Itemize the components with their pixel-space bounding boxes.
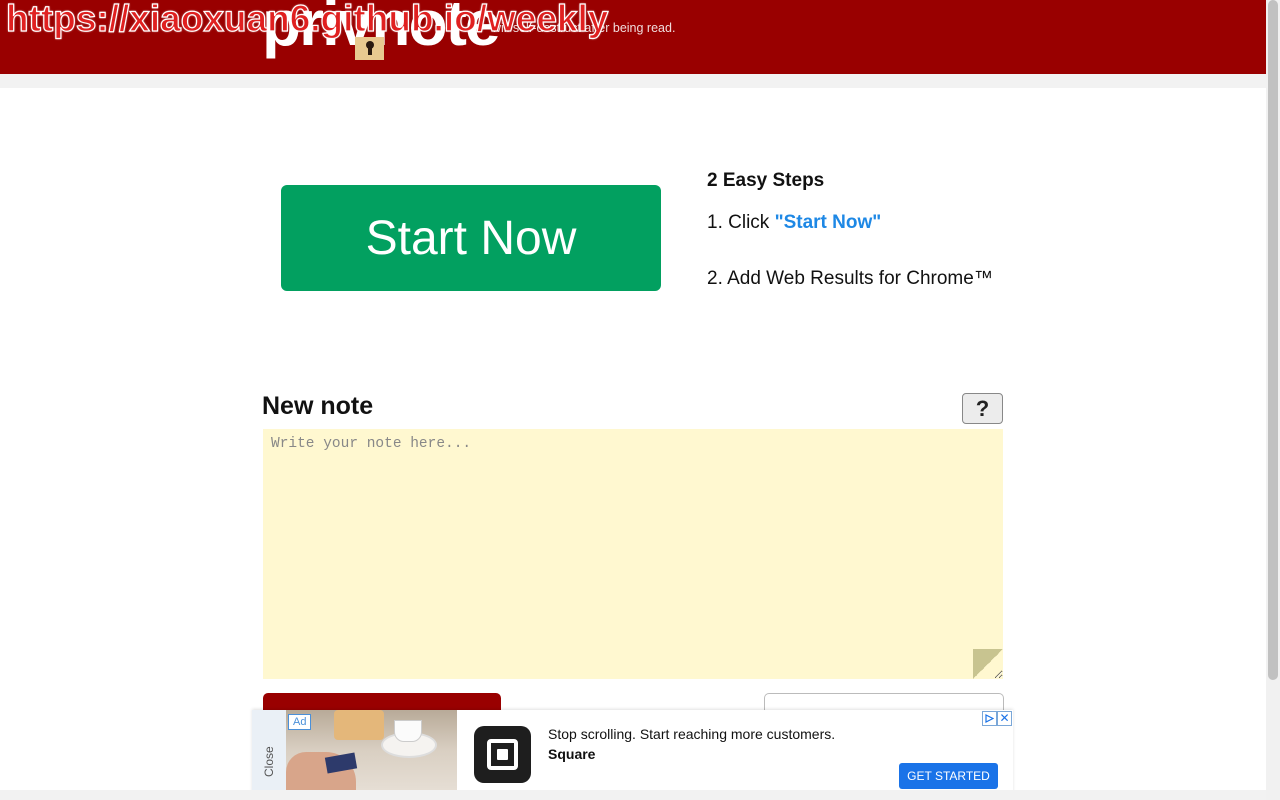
- ad-close-label: Close: [262, 746, 276, 777]
- ad-close-tab[interactable]: Close: [252, 710, 286, 800]
- ad-banner[interactable]: Close Ad Stop scrolling. Start reaching …: [252, 710, 1013, 800]
- note-textarea[interactable]: [263, 429, 1003, 679]
- ad-badge: Ad: [288, 714, 312, 730]
- start-now-button[interactable]: Start Now: [281, 185, 661, 291]
- ad-headline[interactable]: Stop scrolling. Start reaching more cust…: [548, 726, 835, 742]
- lock-icon: [355, 37, 384, 60]
- ad-image[interactable]: [286, 710, 457, 800]
- note-title: New note: [262, 392, 374, 420]
- url-watermark: https://xiaoxuan6.github.io/weekly: [5, 0, 609, 40]
- steps-title: 2 Easy Steps: [707, 170, 825, 191]
- ad-close-icon[interactable]: ✕: [997, 711, 1012, 726]
- step-2: 2. Add Web Results for Chrome™: [707, 268, 993, 289]
- help-button[interactable]: ?: [962, 393, 1003, 424]
- page-bottom-strip: [0, 790, 1266, 800]
- header-subbar: [0, 74, 1266, 88]
- scrollbar[interactable]: [1266, 0, 1280, 800]
- ad-advertiser[interactable]: Square: [548, 746, 595, 762]
- ad-choices-icon[interactable]: [982, 711, 997, 726]
- start-now-link[interactable]: "Start Now": [775, 212, 882, 233]
- scrollbar-thumb[interactable]: [1268, 0, 1278, 680]
- get-started-button[interactable]: GET STARTED: [899, 763, 998, 789]
- square-logo-icon[interactable]: [474, 726, 531, 783]
- step-1: 1. Click "Start Now": [707, 212, 881, 234]
- step-1-prefix: 1. Click: [707, 212, 775, 233]
